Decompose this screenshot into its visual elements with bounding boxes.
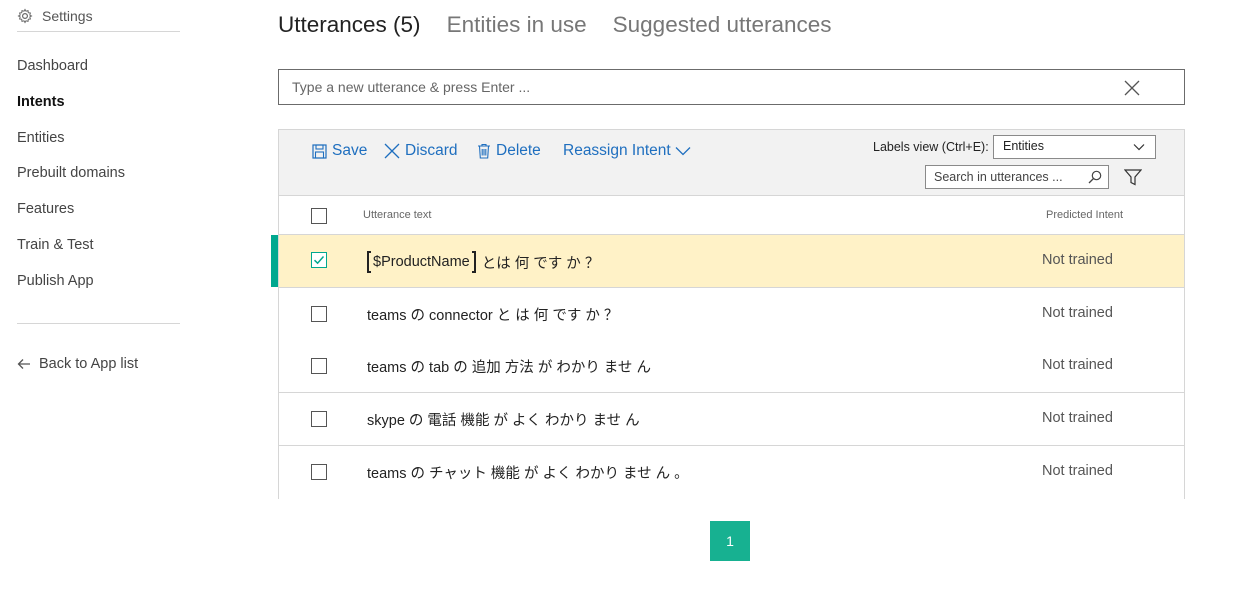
row-checkbox[interactable] [311,411,327,427]
back-to-app-list-link[interactable]: Back to App list [17,356,138,372]
utterances-table: Save Discard Delete Reassign Intent Labe… [278,129,1185,499]
delete-button[interactable]: Delete [477,140,541,162]
predicted-intent: Not trained [1042,463,1113,479]
utterance-text[interactable]: teams の チャット 機能 が よく わかり ませ ん 。 [367,462,689,483]
sidebar-item-features[interactable]: Features [17,201,74,217]
settings-link[interactable]: Settings [17,5,93,27]
utterance-text[interactable]: $ProductName とは 何 です か ？ [367,251,599,273]
column-header-predicted-intent[interactable]: Predicted Intent [1046,209,1123,221]
reassign-intent-button[interactable]: Reassign Intent [563,140,691,162]
entity-name: $ProductName [373,254,470,270]
reassign-intent-label: Reassign Intent [563,142,671,159]
close-icon [1124,80,1140,96]
back-link-label: Back to App list [39,356,139,372]
row-checkbox[interactable] [311,252,327,268]
utterance-text[interactable]: teams の tab の 追加 方法 が わかり ませ ん [367,356,651,377]
utterance-text-rest: とは 何 です か ？ [481,255,600,272]
table-row[interactable]: teams の tab の 追加 方法 が わかり ませ ん Not train… [279,340,1184,393]
utterance-text[interactable]: teams の connector と は 何 です か ？ [367,304,618,325]
predicted-intent: Not trained [1042,410,1113,426]
search-box [925,165,1109,189]
save-label: Save [332,142,368,159]
page-button-current[interactable]: 1 [710,521,750,561]
arrow-left-icon [17,359,30,369]
divider [17,323,180,324]
sidebar-item-publish-app[interactable]: Publish App [17,273,94,289]
chevron-down-icon [1133,144,1145,151]
sidebar: Settings Dashboard Intents Entities Preb… [17,0,180,590]
entity-label[interactable]: $ProductName [367,251,476,273]
chevron-down-icon [675,147,691,156]
sidebar-item-entities[interactable]: Entities [17,130,65,146]
column-header-utterance-text[interactable]: Utterance text [363,209,431,221]
table-header: Utterance text Predicted Intent [279,196,1184,235]
sidebar-item-prebuilt-domains[interactable]: Prebuilt domains [17,165,125,181]
selected-row-indicator [271,235,278,287]
sidebar-item-train-test[interactable]: Train & Test [17,237,94,253]
select-all-checkbox[interactable] [311,208,327,224]
search-input[interactable] [926,166,1086,188]
utterance-input-box [278,69,1185,105]
delete-label: Delete [496,142,541,159]
sidebar-item-intents[interactable]: Intents [17,94,65,110]
close-icon [384,143,400,159]
save-button[interactable]: Save [312,140,367,162]
discard-label: Discard [405,142,458,159]
tab-entities-in-use[interactable]: Entities in use [447,12,587,38]
table-row[interactable]: teams の connector と は 何 です か ？ Not train… [279,288,1184,341]
save-icon [312,143,327,159]
filter-icon[interactable] [1124,169,1142,186]
trash-icon [478,143,490,159]
discard-button[interactable]: Discard [384,140,458,162]
toolbar: Save Discard Delete Reassign Intent Labe… [279,130,1184,196]
labels-view-label: Labels view (Ctrl+E): [873,140,989,154]
labels-view-select[interactable]: Entities [993,135,1156,159]
utterance-input[interactable] [279,70,1139,104]
divider [17,31,180,32]
table-row[interactable]: skype の 電話 機能 が よく わかり ませ ん Not trained [279,393,1184,446]
row-checkbox[interactable] [311,464,327,480]
labels-view-value: Entities [1003,139,1044,153]
gear-icon [17,8,33,24]
row-checkbox[interactable] [311,306,327,322]
entity-bracket-right [471,251,476,273]
sidebar-item-dashboard[interactable]: Dashboard [17,58,88,74]
settings-label: Settings [42,8,93,24]
search-icon[interactable] [1088,170,1102,184]
utterance-text[interactable]: skype の 電話 機能 が よく わかり ませ ん [367,409,640,430]
clear-input-button[interactable] [1124,80,1140,96]
tab-bar: Utterances (5) Entities in use Suggested… [278,12,858,38]
tab-utterances[interactable]: Utterances (5) [278,12,421,38]
table-row[interactable]: teams の チャット 機能 が よく わかり ませ ん 。 Not trai… [279,446,1184,499]
table-row[interactable]: $ProductName とは 何 です か ？ Not trained [279,235,1184,288]
predicted-intent: Not trained [1042,305,1113,321]
predicted-intent: Not trained [1042,252,1113,268]
checkmark-icon [313,256,325,265]
tab-suggested-utterances[interactable]: Suggested utterances [613,12,832,38]
predicted-intent: Not trained [1042,357,1113,373]
row-checkbox[interactable] [311,358,327,374]
